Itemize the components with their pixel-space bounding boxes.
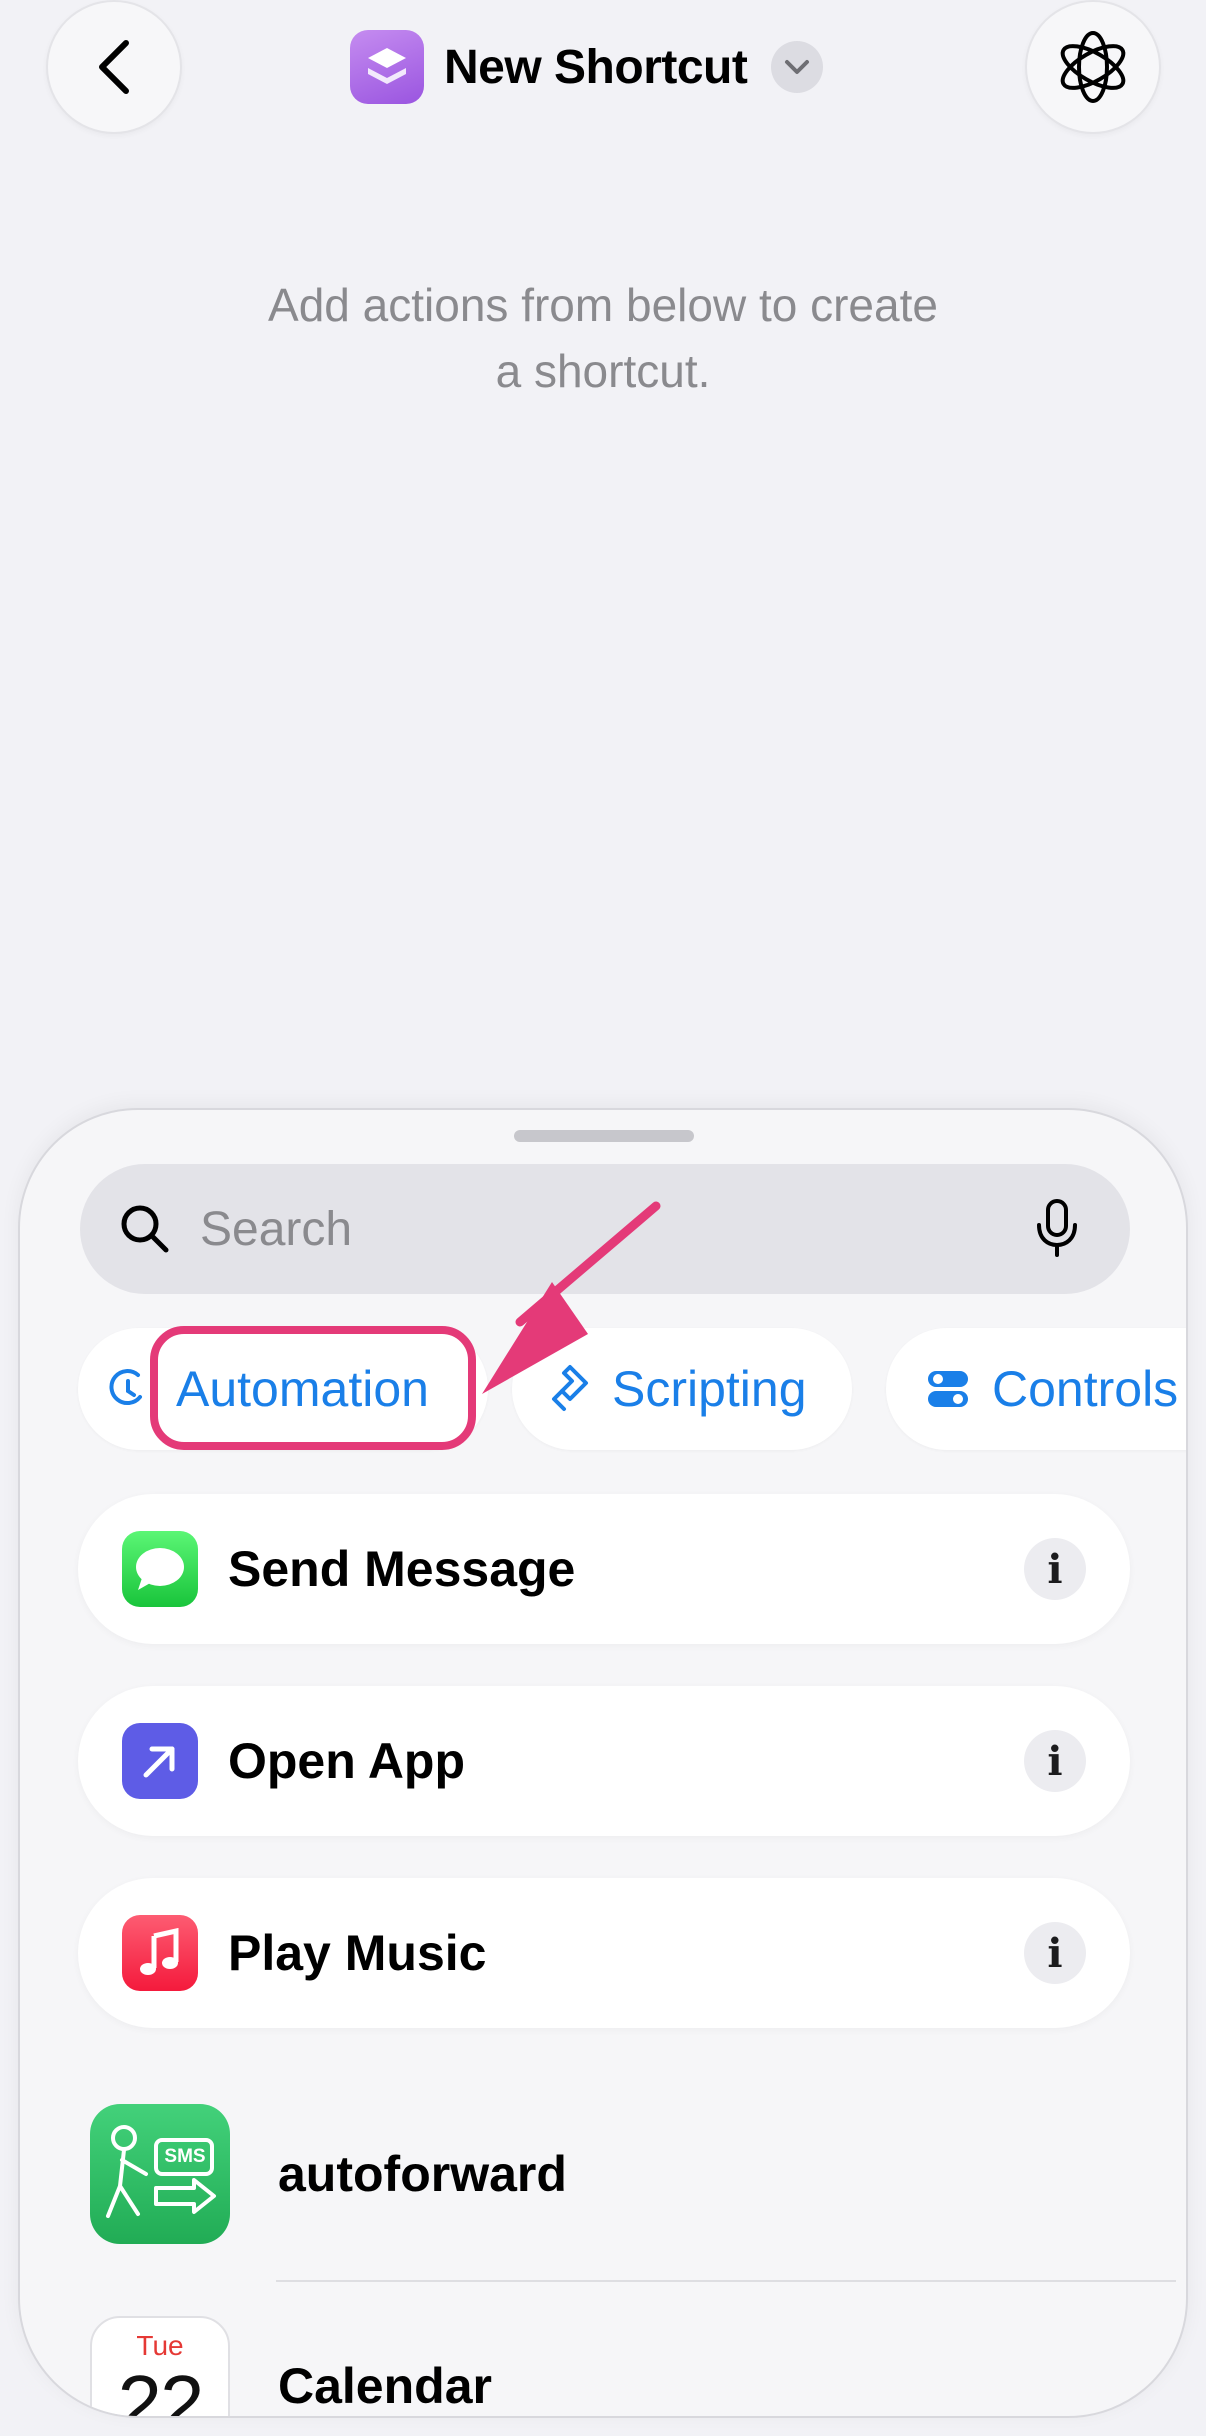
calendar-date: 22 <box>117 2359 205 2418</box>
automation-icon <box>109 1369 142 1406</box>
info-button[interactable]: i <box>1024 1538 1086 1600</box>
chevron-down-icon[interactable] <box>771 41 824 93</box>
apple-intelligence-button[interactable] <box>1025 0 1161 134</box>
apple-intelligence-icon <box>1060 31 1126 103</box>
info-icon: i <box>1047 1929 1063 1977</box>
open-app-icon <box>122 1723 198 1799</box>
action-label: Open App <box>228 1733 466 1789</box>
chip-automation[interactable]: Automation <box>78 1328 488 1450</box>
search-icon <box>121 1205 169 1253</box>
action-label: Send Message <box>228 1541 576 1597</box>
app-label: autoforward <box>278 2146 567 2202</box>
info-button[interactable]: i <box>1024 1922 1086 1984</box>
microphone-icon[interactable] <box>1034 1199 1080 1259</box>
chip-controls[interactable]: Controls <box>886 1328 1186 1450</box>
app-item-calendar[interactable]: Tue 22 Calendar <box>90 2316 1186 2418</box>
messages-icon <box>122 1531 198 1607</box>
actions-sheet: Automation Scripting Controls <box>18 1108 1188 2418</box>
app-label: Calendar <box>278 2358 492 2414</box>
page-title: New Shortcut <box>444 40 748 94</box>
app-item-autoforward[interactable]: SMS autoforward <box>90 2104 1186 2244</box>
calendar-app-icon: Tue 22 <box>90 2316 230 2418</box>
action-open-app[interactable]: Open App i <box>78 1686 1130 1836</box>
shortcut-title-menu[interactable]: New Shortcut <box>350 30 824 104</box>
navigation-bar: New Shortcut <box>0 0 1206 140</box>
action-label: Play Music <box>228 1925 487 1981</box>
action-send-message[interactable]: Send Message i <box>78 1494 1130 1644</box>
sheet-grabber[interactable] <box>514 1130 694 1142</box>
info-button[interactable]: i <box>1024 1730 1086 1792</box>
chevron-left-icon <box>99 40 129 94</box>
info-icon: i <box>1047 1737 1063 1785</box>
back-button[interactable] <box>46 0 182 134</box>
autoforward-icon-text: SMS <box>164 2146 206 2167</box>
annotation-arrow-icon <box>482 1201 661 1394</box>
list-divider <box>276 2280 1176 2282</box>
music-icon <box>122 1915 198 1991</box>
controls-icon <box>928 1371 968 1407</box>
autoforward-app-icon: SMS <box>90 2104 230 2244</box>
chip-label: Automation <box>176 1361 429 1417</box>
action-play-music[interactable]: Play Music i <box>78 1878 1130 2028</box>
empty-state-message: Add actions from below to create a short… <box>268 279 938 397</box>
chip-label: Controls <box>992 1361 1179 1417</box>
shortcuts-app-icon <box>350 30 424 104</box>
info-icon: i <box>1047 1545 1063 1593</box>
